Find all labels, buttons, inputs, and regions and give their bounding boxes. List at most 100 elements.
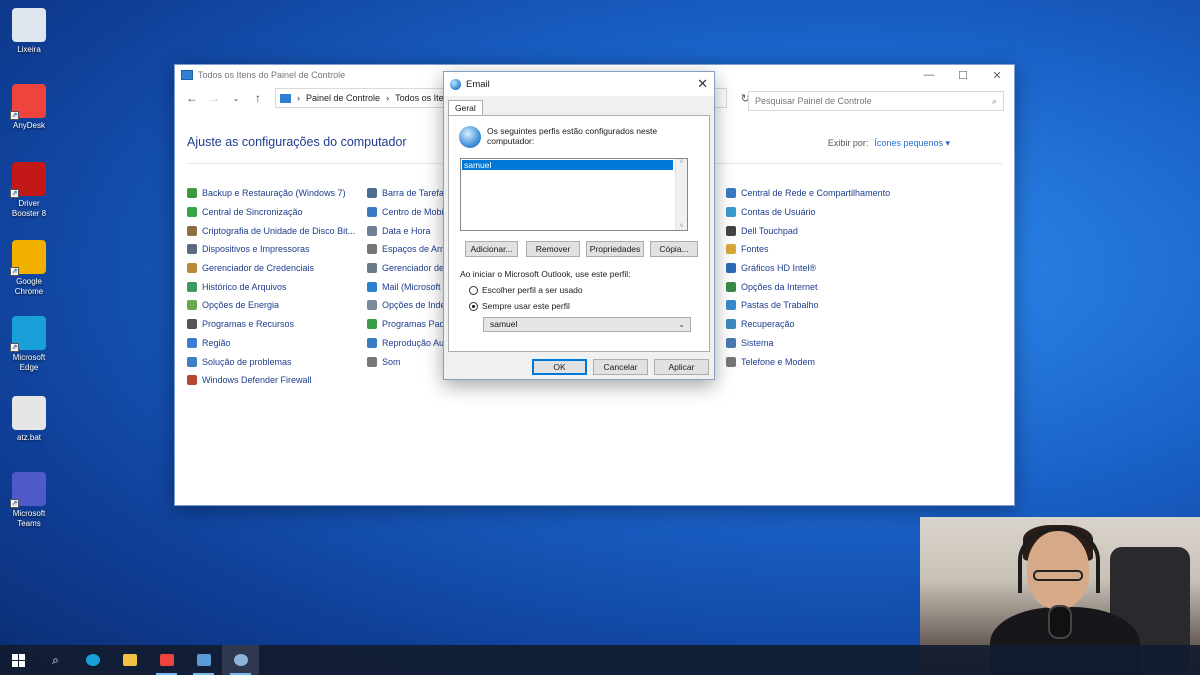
scroll-down-icon[interactable]: ˅ <box>676 223 687 230</box>
profile-list-item[interactable]: samuel <box>462 160 673 170</box>
scroll-up-icon[interactable]: ˄ <box>676 159 687 166</box>
anydesk-icon[interactable]: ↗ <box>10 84 46 120</box>
control-panel-item[interactable]: Backup e Restauração (Windows 7) <box>187 184 355 203</box>
forward-arrow-icon[interactable]: → <box>205 91 223 105</box>
chrome-icon[interactable]: ↗ <box>10 240 46 276</box>
batch-file-icon[interactable] <box>12 396 46 430</box>
search-icon[interactable]: ⌕ <box>992 96 997 107</box>
control-panel-item[interactable]: Windows Defender Firewall <box>187 371 355 390</box>
properties-button[interactable]: Propriedades <box>586 241 644 257</box>
dialog-close-icon[interactable]: ✕ <box>697 76 708 92</box>
dialog-titlebar[interactable]: Email ✕ <box>444 72 714 96</box>
file-explorer-icon[interactable] <box>111 645 148 675</box>
control-panel-item[interactable]: Programas e Recursos <box>187 315 355 334</box>
control-panel-item-label[interactable]: Dispositivos e Impressoras <box>202 244 310 254</box>
control-panel-item-label[interactable]: Região <box>202 338 231 348</box>
radio-choose-profile[interactable]: Escolher perfil a ser usado <box>469 285 583 295</box>
anydesk-icon[interactable] <box>148 645 185 675</box>
control-panel-item-label[interactable]: Contas de Usuário <box>741 207 816 217</box>
control-panel-item[interactable]: Histórico de Arquivos <box>187 277 355 296</box>
control-panel-item[interactable]: Sistema <box>726 334 890 353</box>
control-panel-item-label[interactable]: Criptografia de Unidade de Disco Bit... <box>202 226 355 236</box>
control-panel-item[interactable]: Espaços de Arm <box>367 240 448 259</box>
control-panel-item[interactable]: Dispositivos e Impressoras <box>187 240 355 259</box>
control-panel-item-label[interactable]: Gerenciador de Credenciais <box>202 263 314 273</box>
control-panel-item-label[interactable]: Som <box>382 357 401 367</box>
search-input[interactable]: Pesquisar Painel de Controle ⌕ <box>748 91 1004 111</box>
close-button[interactable]: ✕ <box>980 65 1014 85</box>
control-panel-item[interactable]: Mail (Microsoft <box>367 277 448 296</box>
listbox-scrollbar[interactable]: ˄ ˅ <box>675 159 687 230</box>
view-by-dropdown[interactable]: Ícones pequenos ▾ <box>874 138 950 148</box>
control-panel-item-label[interactable]: Backup e Restauração (Windows 7) <box>202 188 346 198</box>
ok-button[interactable]: OK <box>532 359 587 375</box>
control-panel-item[interactable]: Fontes <box>726 240 890 259</box>
up-arrow-icon[interactable]: ↑ <box>249 91 267 105</box>
remove-button[interactable]: Remover <box>526 241 580 257</box>
control-panel-item[interactable]: Pastas de Trabalho <box>726 296 890 315</box>
desktop-icon-label[interactable]: Google Chrome <box>6 277 52 297</box>
control-panel-item-label[interactable]: Central de Sincronização <box>202 207 303 217</box>
desktop-icon[interactable]: ↗ Microsoft Teams <box>6 472 52 529</box>
control-panel-item-label[interactable]: Data e Hora <box>382 226 431 236</box>
desktop-icon-label[interactable]: atz.bat <box>6 433 52 443</box>
control-panel-item-label[interactable]: Fontes <box>741 244 769 254</box>
control-panel-item-label[interactable]: Gerenciador de <box>382 263 444 273</box>
control-panel-item-label[interactable]: Opções de Energia <box>202 300 279 310</box>
control-panel-item[interactable]: Contas de Usuário <box>726 203 890 222</box>
desktop-icon[interactable]: ↗ Microsoft Edge <box>6 316 52 373</box>
control-panel-item-label[interactable]: Programas e Recursos <box>202 319 294 329</box>
radio-choose-label[interactable]: Escolher perfil a ser usado <box>482 285 583 295</box>
desktop-icon[interactable]: ↗ AnyDesk <box>6 84 52 131</box>
control-panel-item-label[interactable]: Recuperação <box>741 319 795 329</box>
radio-button[interactable] <box>469 301 478 311</box>
control-panel-item[interactable]: Som <box>367 352 448 371</box>
control-panel-item[interactable]: Opções de Energia <box>187 296 355 315</box>
teams-icon[interactable]: ↗ <box>10 472 46 508</box>
recent-locations-chevron-icon[interactable]: ⌄ <box>227 94 245 103</box>
recycle-bin-icon[interactable] <box>12 8 46 42</box>
control-panel-item[interactable]: Região <box>187 334 355 353</box>
control-panel-item-label[interactable]: Mail (Microsoft <box>382 282 441 292</box>
radio-button[interactable] <box>469 285 478 295</box>
control-panel-item-label[interactable]: Gráficos HD Intel® <box>741 263 816 273</box>
control-panel-item[interactable]: Barra de Tarefas <box>367 184 448 203</box>
control-panel-item-label[interactable]: Programas Padr <box>382 319 448 329</box>
control-panel-item-label[interactable]: Opções da Internet <box>741 282 818 292</box>
edge-icon[interactable]: ↗ <box>10 316 46 352</box>
control-panel-item-label[interactable]: Barra de Tarefas <box>382 188 448 198</box>
cancel-button[interactable]: Cancelar <box>593 359 648 375</box>
radio-always-label[interactable]: Sempre usar este perfil <box>482 301 570 311</box>
control-panel-item-label[interactable]: Central de Rede e Compartilhamento <box>741 188 890 198</box>
control-panel-item[interactable]: Telefone e Modem <box>726 352 890 371</box>
control-panel-icon[interactable] <box>185 645 222 675</box>
control-panel-item[interactable]: Solução de problemas <box>187 352 355 371</box>
control-panel-item-label[interactable]: Solução de problemas <box>202 357 292 367</box>
maximize-button[interactable]: ☐ <box>946 65 980 85</box>
control-panel-item[interactable]: Opções de Inde <box>367 296 448 315</box>
control-panel-item[interactable]: Data e Hora <box>367 221 448 240</box>
control-panel-item-label[interactable]: Sistema <box>741 338 774 348</box>
control-panel-item[interactable]: Centro de Mobi <box>367 203 448 222</box>
control-panel-item[interactable]: Central de Rede e Compartilhamento <box>726 184 890 203</box>
control-panel-item-label[interactable]: Windows Defender Firewall <box>202 375 312 385</box>
control-panel-item-label[interactable]: Telefone e Modem <box>741 357 815 367</box>
profiles-listbox[interactable]: samuel ˄ ˅ <box>460 158 688 231</box>
copy-button[interactable]: Cópia... <box>650 241 698 257</box>
control-panel-item[interactable]: Reprodução Au <box>367 334 448 353</box>
search-icon[interactable]: ⌕ <box>37 645 74 675</box>
chevron-down-icon[interactable]: ⌄ <box>678 318 685 331</box>
minimize-button[interactable]: — <box>912 65 946 85</box>
control-panel-item-label[interactable]: Centro de Mobi <box>382 207 444 217</box>
desktop-icon-label[interactable]: AnyDesk <box>6 121 52 131</box>
control-panel-item[interactable]: Opções da Internet <box>726 277 890 296</box>
mail-icon[interactable] <box>222 645 259 675</box>
desktop-icon[interactable]: Lixeira <box>6 8 52 55</box>
control-panel-item[interactable]: Gerenciador de Credenciais <box>187 259 355 278</box>
control-panel-item[interactable]: Criptografia de Unidade de Disco Bit... <box>187 221 355 240</box>
desktop-icon[interactable]: ↗ Driver Booster 8 <box>6 162 52 219</box>
control-panel-item-label[interactable]: Histórico de Arquivos <box>202 282 287 292</box>
desktop-icon[interactable]: atz.bat <box>6 396 52 443</box>
control-panel-item-label[interactable]: Pastas de Trabalho <box>741 300 819 310</box>
add-button[interactable]: Adicionar... <box>465 241 518 257</box>
